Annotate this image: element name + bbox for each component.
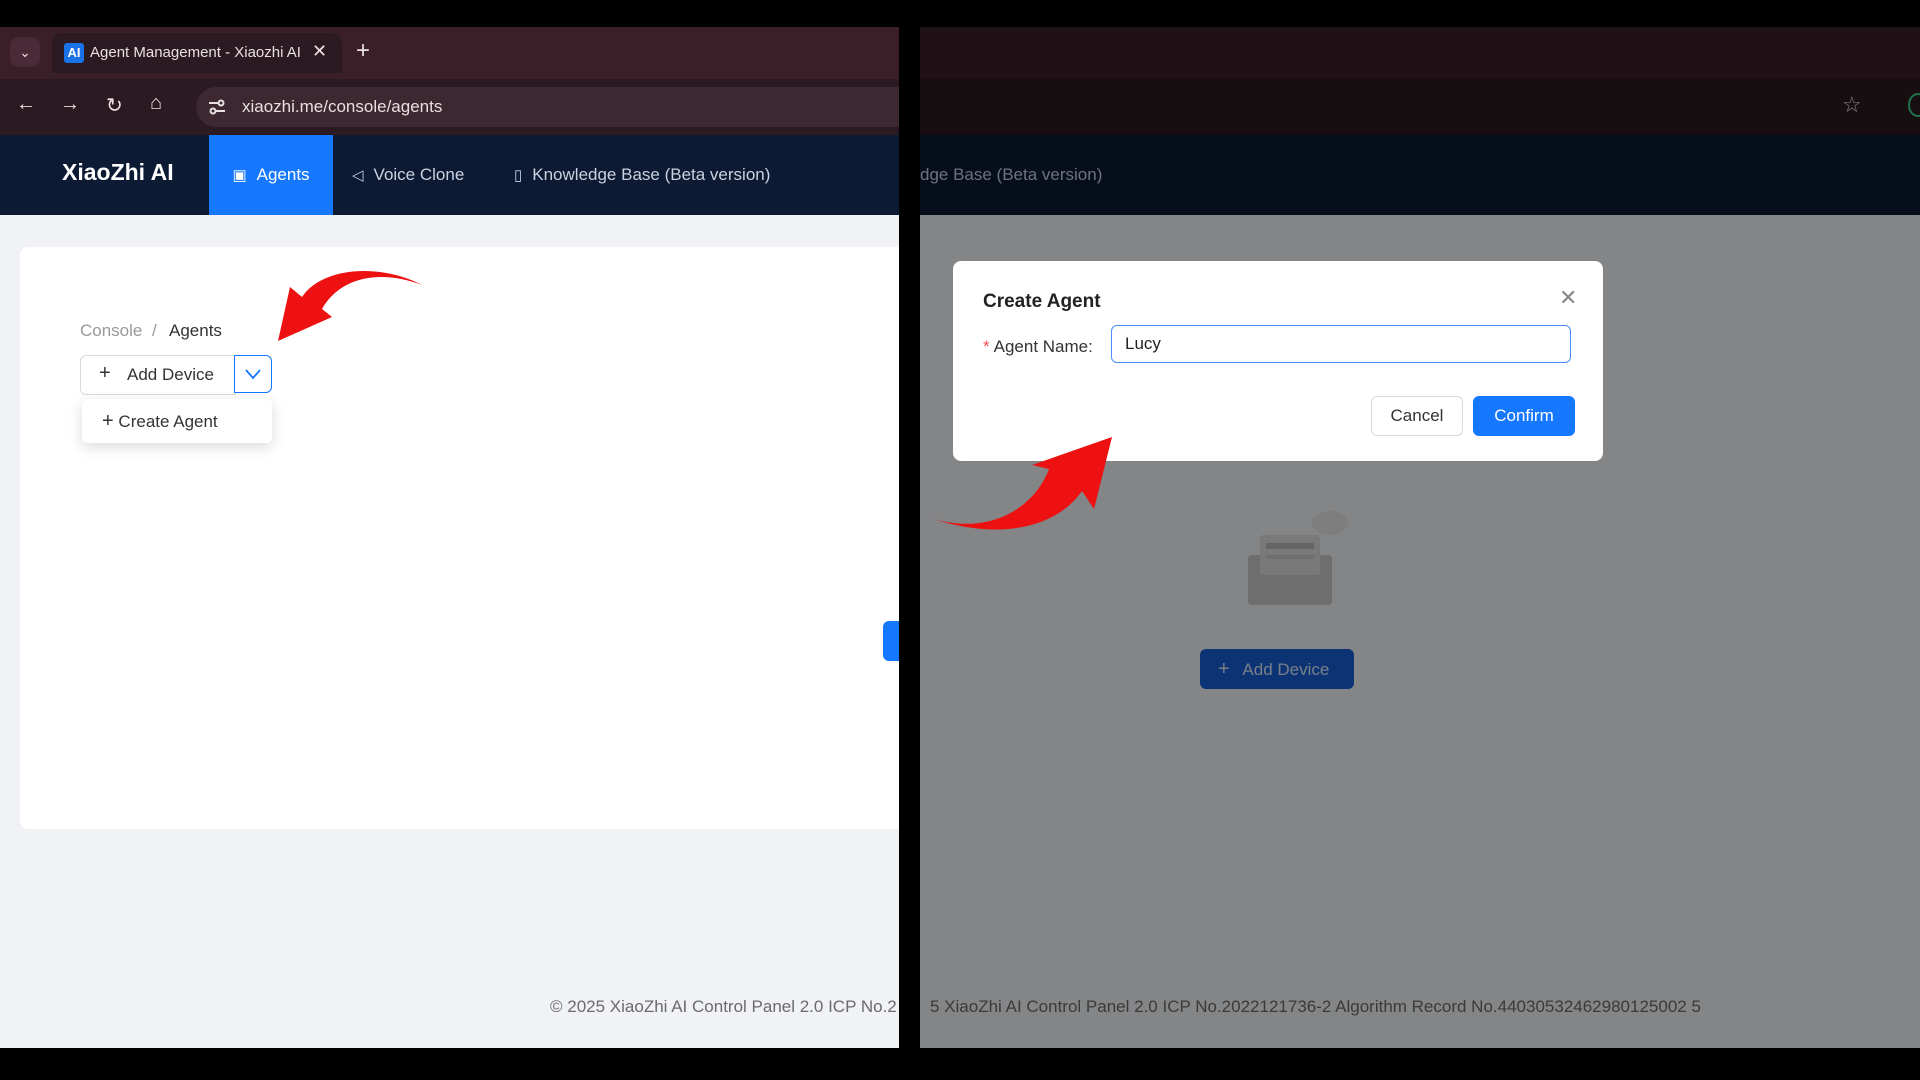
reload-icon[interactable]: ↻	[106, 93, 123, 118]
favicon-icon: AI	[64, 43, 84, 63]
nav-item-agents[interactable]: ▣ Agents	[209, 135, 333, 215]
book-icon: ▯	[514, 167, 523, 184]
back-icon[interactable]: ←	[16, 93, 36, 116]
app-navbar: XiaoZhi AI ▣ Agents ◁ Voice Clone ▯ Knowled…	[0, 135, 899, 215]
tab-search-chevron-icon[interactable]: ⌄	[10, 37, 40, 67]
new-tab-icon[interactable]: +	[356, 37, 370, 65]
tab-close-icon[interactable]: ✕	[312, 41, 327, 62]
nav-item-label: Voice Clone	[373, 165, 465, 184]
red-arrow-icon	[934, 437, 1112, 530]
agents-icon: ▣	[232, 167, 247, 184]
brand-logo: XiaoZhi AI	[62, 159, 174, 185]
tab-title: Agent Management - Xiaozhi AI	[90, 44, 300, 61]
cancel-button[interactable]: Cancel	[1371, 396, 1463, 436]
create-agent-label: Create Agent	[118, 412, 218, 431]
plus-icon: +	[102, 410, 114, 432]
nav-item-knowledge-base[interactable]: ▯ Knowledge Base (Beta version)	[514, 135, 770, 215]
panel-divider	[899, 0, 920, 1080]
browser-tab[interactable]: AI Agent Management - Xiaozhi AI ✕	[52, 33, 342, 73]
content-card: Console / Agents + Add Device + Create A…	[20, 247, 899, 829]
confirm-button[interactable]: Confirm	[1473, 396, 1575, 436]
right-screenshot-panel: ☆ dge Base (Beta version) + Add Device 5…	[920, 27, 1920, 1048]
address-bar[interactable]: xiaozhi.me/console/agents	[196, 87, 899, 127]
chevron-down-icon	[245, 369, 261, 380]
site-settings-icon[interactable]	[208, 99, 226, 115]
modal-title: Create Agent	[983, 291, 1101, 312]
breadcrumb-console[interactable]: Console	[80, 321, 142, 341]
add-device-dropdown-menu: + Create Agent	[82, 399, 272, 443]
nav-item-voice-clone[interactable]: ◁ Voice Clone	[352, 135, 464, 215]
breadcrumb-separator: /	[152, 321, 157, 340]
url-text: xiaozhi.me/console/agents	[242, 97, 443, 116]
agent-name-label-text: Agent Name:	[993, 337, 1093, 356]
modal-overlay[interactable]	[920, 27, 1920, 1048]
partial-blue-button[interactable]	[883, 621, 899, 661]
home-icon[interactable]: ⌂	[150, 92, 162, 115]
red-arrow-icon	[278, 271, 422, 341]
required-asterisk: *	[983, 337, 990, 356]
browser-toolbar: ← → ↻ ⌂ xiaozhi.me/console/agents	[0, 79, 899, 135]
agent-name-input[interactable]	[1111, 325, 1571, 363]
agent-name-label: * Agent Name:	[983, 337, 1093, 357]
nav-item-label: Knowledge Base (Beta version)	[532, 165, 771, 184]
add-device-label: Add Device	[127, 365, 214, 384]
left-screenshot-panel: ⌄ AI Agent Management - Xiaozhi AI ✕ + ←…	[0, 27, 899, 1048]
add-device-button[interactable]: + Add Device	[80, 355, 236, 395]
create-agent-menu-item[interactable]: + Create Agent	[102, 410, 218, 433]
close-icon[interactable]: ✕	[1559, 285, 1577, 311]
speaker-icon: ◁	[352, 167, 364, 184]
nav-item-label: Agents	[256, 165, 310, 184]
plus-icon: +	[99, 362, 111, 384]
footer-text: © 2025 XiaoZhi AI Control Panel 2.0 ICP …	[550, 997, 897, 1016]
forward-icon[interactable]: →	[60, 93, 80, 116]
add-device-dropdown-toggle[interactable]	[234, 355, 272, 393]
browser-tab-strip: ⌄ AI Agent Management - Xiaozhi AI ✕ +	[0, 27, 899, 79]
breadcrumb-current: Agents	[169, 321, 222, 340]
